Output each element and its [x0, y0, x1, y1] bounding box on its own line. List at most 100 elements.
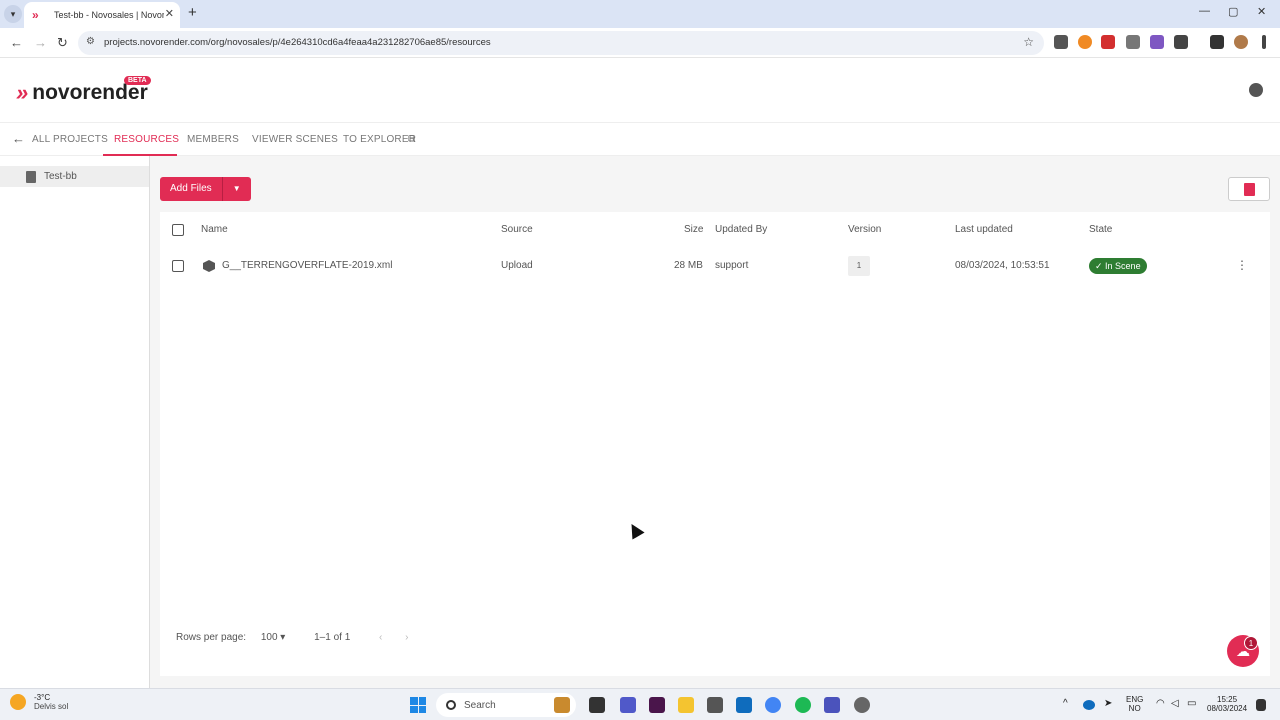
column-header-last-updated[interactable]: Last updated	[955, 224, 1013, 235]
chevron-down-icon[interactable]: ▾	[280, 632, 285, 643]
tab-viewer-scenes[interactable]: VIEWER SCENES	[252, 134, 338, 145]
table-row[interactable]: G__TERRENGOVERFLATE-2019.xml Upload 28 M…	[160, 254, 1270, 278]
row-checkbox[interactable]	[172, 260, 184, 272]
browser-tab[interactable]: » Test-bb - Novosales | Novorender ✕	[24, 2, 180, 28]
pagination: Rows per page: 100 ▾ 1–1 of 1 ‹ ›	[176, 632, 409, 643]
rows-per-page-select[interactable]: 100 ▾	[261, 632, 288, 643]
search-icon	[446, 700, 456, 710]
windows-taskbar: -3°C Delvis sol Search ^ ➤ ENG NO ◠ ◁ ▭ …	[0, 688, 1280, 720]
taskbar-app-icon[interactable]	[707, 697, 723, 713]
show-hidden-icons-chevron[interactable]: ^	[1063, 698, 1068, 709]
wifi-icon[interactable]: ◠	[1156, 698, 1165, 709]
language-code: ENG	[1126, 695, 1144, 704]
taskbar-search-label: Search	[464, 699, 496, 711]
table-header: Name Source Size Updated By Version Last…	[160, 218, 1270, 242]
rows-per-page-value[interactable]: 100	[261, 632, 278, 643]
select-all-checkbox[interactable]	[172, 224, 184, 236]
slack-icon[interactable]	[649, 697, 665, 713]
spotify-icon[interactable]	[795, 697, 811, 713]
tab-search-button[interactable]: ▾	[4, 5, 22, 23]
new-tab-button[interactable]: +	[188, 4, 197, 21]
tab-to-explorer[interactable]: TO EXPLORER	[343, 134, 416, 145]
book-icon	[26, 170, 36, 183]
column-header-source[interactable]: Source	[501, 224, 533, 235]
page-range: 1–1 of 1	[314, 632, 351, 643]
main-content: Add Files ▼ Name Source Size Updated By …	[150, 156, 1280, 688]
language-indicator[interactable]: ENG NO	[1126, 695, 1143, 713]
volume-icon[interactable]: ◁	[1171, 698, 1179, 709]
column-header-name[interactable]: Name	[201, 224, 228, 235]
battery-icon[interactable]: ▭	[1187, 698, 1196, 709]
back-arrow-icon[interactable]: ←	[10, 35, 23, 50]
account-icon[interactable]	[1249, 83, 1263, 97]
bookmark-star-icon[interactable]: ☆	[1023, 35, 1034, 49]
clock-time: 15:25	[1217, 695, 1238, 704]
model-cube-icon	[203, 260, 215, 272]
add-files-dropdown-button[interactable]: ▼	[222, 177, 251, 201]
tab-resources[interactable]: RESOURCES	[114, 134, 179, 145]
extension-icon[interactable]	[1054, 35, 1068, 49]
resources-table: Name Source Size Updated By Version Last…	[160, 212, 1270, 676]
add-files-button[interactable]: Add Files	[160, 177, 223, 201]
more-options-icon[interactable]: ⋮	[1236, 258, 1248, 272]
column-header-updated-by[interactable]: Updated By	[715, 224, 767, 235]
teams-icon[interactable]	[620, 697, 636, 713]
weather-widget[interactable]: -3°C Delvis sol	[10, 693, 68, 711]
extension-icon[interactable]	[1150, 35, 1164, 49]
state-label: In Scene	[1105, 261, 1141, 271]
browser-tab-strip: ▾ » Test-bb - Novosales | Novorender ✕ +…	[0, 0, 1280, 28]
settings-gear-icon[interactable]	[854, 697, 870, 713]
notification-badge: 1	[1244, 636, 1258, 650]
column-header-state[interactable]: State	[1089, 224, 1112, 235]
file-last-updated: 08/03/2024, 10:53:51	[955, 260, 1050, 271]
forward-arrow-icon[interactable]: →	[34, 35, 47, 50]
minimize-window-button[interactable]: —	[1199, 5, 1210, 17]
column-header-size[interactable]: Size	[684, 224, 703, 235]
check-icon: ✓	[1095, 261, 1106, 271]
outlook-icon[interactable]	[736, 697, 752, 713]
windows-start-icon[interactable]	[410, 697, 426, 713]
file-updated-by: support	[715, 260, 749, 271]
file-source: Upload	[501, 260, 533, 271]
browser-menu-icon[interactable]	[1262, 35, 1266, 49]
extensions-puzzle-icon[interactable]	[1174, 35, 1188, 49]
document-report-button[interactable]	[1228, 177, 1270, 201]
novorender-favicon-icon: »	[32, 8, 39, 22]
extension-icon[interactable]	[1126, 35, 1140, 49]
back-arrow-icon[interactable]: ←	[12, 131, 25, 146]
next-page-icon[interactable]: ›	[405, 632, 408, 643]
notification-bell-icon[interactable]	[1256, 699, 1266, 711]
close-tab-icon[interactable]: ✕	[165, 7, 174, 20]
tab-members[interactable]: MEMBERS	[187, 134, 239, 145]
all-projects-link[interactable]: ALL PROJECTS	[32, 134, 108, 145]
novorender-mark-icon: »	[16, 80, 28, 105]
send-icon[interactable]: ➤	[1104, 698, 1112, 709]
profile-avatar-icon[interactable]	[1234, 35, 1248, 49]
sidebar-item-project[interactable]: Test-bb	[0, 166, 149, 187]
browser-tab-title: Test-bb - Novosales | Novorender	[54, 10, 164, 20]
column-header-version[interactable]: Version	[848, 224, 881, 235]
extension-icon[interactable]	[1101, 35, 1115, 49]
teams-icon[interactable]	[824, 697, 840, 713]
file-size: 28 MB	[674, 260, 703, 271]
weather-temperature: -3°C	[34, 693, 51, 702]
version-badge[interactable]: 1	[848, 256, 870, 276]
address-bar[interactable]: ⚙ projects.novorender.com/org/novosales/…	[78, 31, 1044, 55]
side-panel-icon[interactable]	[1210, 35, 1224, 49]
project-nav: ← ALL PROJECTS RESOURCES MEMBERS VIEWER …	[0, 122, 1280, 156]
clock[interactable]: 15:25 08/03/2024	[1207, 695, 1247, 713]
task-view-icon[interactable]	[589, 697, 605, 713]
close-window-button[interactable]: ✕	[1257, 5, 1266, 18]
previous-page-icon[interactable]: ‹	[379, 632, 382, 643]
address-url[interactable]: projects.novorender.com/org/novosales/p/…	[104, 37, 491, 48]
extension-icon[interactable]	[1078, 35, 1092, 49]
chrome-icon[interactable]	[765, 697, 781, 713]
reload-icon[interactable]: ↻	[57, 35, 68, 51]
maximize-window-button[interactable]: ▢	[1228, 5, 1238, 18]
file-name[interactable]: G__TERRENGOVERFLATE-2019.xml	[222, 260, 392, 271]
onedrive-cloud-icon[interactable]	[1083, 700, 1095, 710]
document-icon	[1243, 182, 1255, 196]
taskbar-app-icon[interactable]	[554, 697, 570, 713]
site-info-icon[interactable]: ⚙	[86, 36, 95, 47]
file-explorer-icon[interactable]	[678, 697, 694, 713]
